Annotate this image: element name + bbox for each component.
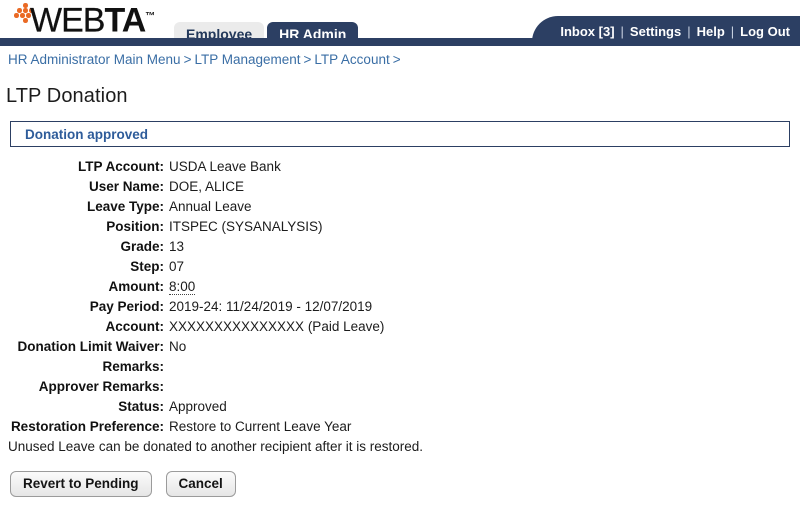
nav-separator: | xyxy=(620,23,624,39)
breadcrumb-item-hr-administrator-main-menu[interactable]: HR Administrator Main Menu xyxy=(8,52,181,67)
detail-value: Annual Leave xyxy=(169,199,252,214)
detail-value xyxy=(168,357,384,377)
page-title: LTP Donation xyxy=(6,85,128,107)
detail-value: 2019-24: 11/24/2019 - 12/07/2019 xyxy=(169,299,373,314)
detail-value: Approved xyxy=(169,399,227,414)
breadcrumb-separator-trailing: > xyxy=(392,52,401,67)
detail-row: Remarks: xyxy=(0,357,384,377)
breadcrumb: HR Administrator Main Menu > LTP Managemen… xyxy=(0,46,800,67)
detail-label: Remarks: xyxy=(102,359,164,374)
logo-text-web: WEB xyxy=(30,1,106,40)
detail-value: XXXXXXXXXXXXXXX (Paid Leave) xyxy=(169,319,385,334)
detail-label: User Name: xyxy=(88,179,164,194)
action-button-row: Revert to Pending Cancel xyxy=(10,471,800,497)
detail-row: Amount: 8:00 xyxy=(0,277,384,297)
detail-row: Status: Approved xyxy=(0,397,384,417)
breadcrumb-item-ltp-account[interactable]: LTP Account xyxy=(314,52,389,67)
detail-row: Step: 07 xyxy=(0,257,384,277)
nav-separator: | xyxy=(687,23,691,39)
detail-row: Donation Limit Waiver: No xyxy=(0,337,384,357)
nav-settings-link[interactable]: Settings xyxy=(630,24,681,39)
detail-label: LTP Account: xyxy=(78,159,164,174)
detail-label: Approver Remarks: xyxy=(38,379,164,394)
detail-row: LTP Account: USDA Leave Bank xyxy=(0,157,384,177)
detail-label: Grade: xyxy=(120,239,164,254)
detail-row: Account: XXXXXXXXXXXXXXX (Paid Leave) xyxy=(0,317,385,337)
detail-label: Position: xyxy=(106,219,164,234)
detail-value-tooltip[interactable]: 8:00 xyxy=(169,279,196,295)
detail-row: User Name: DOE, ALICE xyxy=(0,177,384,197)
detail-row: Pay Period: 2019-24: 11/24/2019 - 12/07/2… xyxy=(0,297,384,317)
status-message-text: Donation approved xyxy=(25,126,149,142)
detail-value: DOE, ALICE xyxy=(169,179,245,194)
status-message-banner: Donation approved xyxy=(10,121,790,147)
restoration-note: Unused Leave can be donated to another r… xyxy=(8,439,424,454)
detail-value: ITSPEC (SYSANALYSIS) xyxy=(169,219,323,234)
breadcrumb-separator: > xyxy=(303,52,312,67)
detail-label: Leave Type: xyxy=(86,199,164,214)
detail-row: Restoration Preference: Restore to Curren… xyxy=(0,417,384,437)
detail-label: Restoration Preference: xyxy=(10,419,164,434)
breadcrumb-separator: > xyxy=(183,52,192,67)
detail-row: Grade: 13 xyxy=(0,237,384,257)
logo-wordmark: WEBTA™ xyxy=(30,0,155,38)
detail-label: Account: xyxy=(105,319,165,334)
detail-label: Amount: xyxy=(108,279,164,294)
logo-trademark: ™ xyxy=(145,11,156,22)
detail-label: Step: xyxy=(130,259,164,274)
detail-row: Leave Type: Annual Leave xyxy=(0,197,384,217)
detail-label: Status: xyxy=(118,399,164,414)
nav-logout-link[interactable]: Log Out xyxy=(740,24,790,39)
donation-details-table: LTP Account: USDA Leave Bank User Name: DOE… xyxy=(0,157,384,437)
breadcrumb-item-ltp-management[interactable]: LTP Management xyxy=(194,52,300,67)
nav-inbox-link[interactable]: Inbox [3] xyxy=(560,24,614,39)
utility-nav: Inbox [3] | Settings | Help | Log Out xyxy=(532,16,800,46)
detail-value: Restore to Current Leave Year xyxy=(169,419,352,434)
app-header: WEBTA™ Employee HR Admin Inbox [3] | Set… xyxy=(0,0,800,46)
nav-help-link[interactable]: Help xyxy=(697,24,725,39)
detail-value: No xyxy=(169,339,187,354)
detail-row: Position: ITSPEC (SYSANALYSIS) xyxy=(0,217,384,237)
logo-text-ta: TA xyxy=(104,1,146,40)
detail-label: Donation Limit Waiver: xyxy=(17,339,164,354)
detail-value: 8:00 xyxy=(168,277,384,297)
cancel-button[interactable]: Cancel xyxy=(165,471,236,497)
detail-value: 13 xyxy=(169,239,185,254)
detail-value xyxy=(168,377,384,397)
detail-row: Approver Remarks: xyxy=(0,377,384,397)
detail-value: USDA Leave Bank xyxy=(169,159,281,174)
detail-label: Pay Period: xyxy=(89,299,164,314)
detail-value: 07 xyxy=(169,259,185,274)
donation-details-body: LTP Account: USDA Leave Bank User Name: DOE… xyxy=(0,157,384,437)
revert-to-pending-button[interactable]: Revert to Pending xyxy=(10,471,152,497)
nav-separator: | xyxy=(730,23,735,39)
